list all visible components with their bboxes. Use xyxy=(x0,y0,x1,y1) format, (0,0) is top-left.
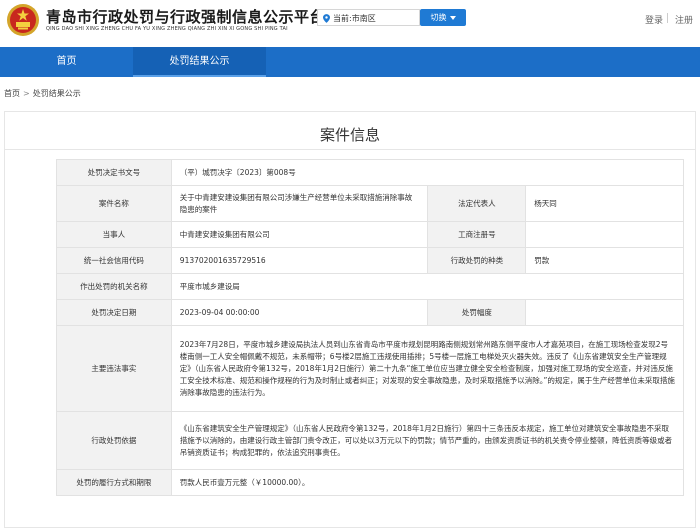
breadcrumb-separator: > xyxy=(23,89,30,98)
credit-code-label: 统一社会信用代码 xyxy=(56,247,172,274)
table-row: 当事人 中青建安建设集团有限公司 工商注册号 xyxy=(56,221,684,248)
nav-home[interactable]: 首页 xyxy=(0,47,133,77)
table-row: 处罚的履行方式和期限 罚款人民币壹万元整（￥10000.00）。 xyxy=(56,469,685,496)
facts-value: 2023年7月28日，平度市城乡建设局执法人员到山东省青岛市平度市规划昆明路南侧… xyxy=(170,325,685,412)
basis-value: 《山东省建筑安全生产管理规定》（山东省人民政府令第132号，2018年1月2日施… xyxy=(170,411,685,470)
table-row: 统一社会信用代码 913702001635729516 行政处罚的种类 罚款 xyxy=(56,247,684,274)
national-emblem-icon xyxy=(7,4,39,36)
site-title: 青岛市行政处罚与行政强制信息公示平台 xyxy=(46,8,326,26)
table-row: 作出处罚的机关名称 平度市城乡建设局 xyxy=(56,273,685,300)
amount-value xyxy=(525,299,684,326)
doc-no-value: （平）城罚决字〔2023〕第008号 xyxy=(170,159,685,186)
panel-title: 案件信息 xyxy=(319,126,380,144)
table-row: 处罚决定书文号 （平）城罚决字〔2023〕第008号 xyxy=(56,159,685,186)
breadcrumb-current: 处罚结果公示 xyxy=(32,89,81,98)
performance-value: 罚款人民币壹万元整（￥10000.00）。 xyxy=(170,469,685,496)
site-header: 青岛市行政处罚与行政强制信息公示平台 QING DAO SHI XING ZHE… xyxy=(0,0,700,44)
location-label: 当前:市南区 xyxy=(333,14,376,23)
facts-label: 主要违法事实 xyxy=(56,325,172,412)
performance-label: 处罚的履行方式和期限 xyxy=(56,469,172,496)
decision-date-value: 2023-09-04 00:00:00 xyxy=(170,299,429,326)
panel-title-divider xyxy=(5,149,695,150)
breadcrumb-home[interactable]: 首页 xyxy=(4,89,20,98)
reg-no-label: 工商注册号 xyxy=(427,221,527,248)
register-link[interactable]: 注册 xyxy=(675,13,693,26)
case-info-table: 处罚决定书文号 （平）城罚决字〔2023〕第008号 案件名称 关于中青建安建设… xyxy=(56,159,685,496)
penalty-type-label: 行政处罚的种类 xyxy=(427,247,527,274)
site-subtitle: QING DAO SHI XING ZHENG CHU FA YU XING Z… xyxy=(46,25,288,33)
nav-penalty-results[interactable]: 处罚结果公示 xyxy=(133,47,266,77)
breadcrumb: 首页 > 处罚结果公示 xyxy=(4,88,81,99)
caret-down-icon xyxy=(449,15,456,20)
login-link[interactable]: 登录 xyxy=(645,13,663,26)
authority-value: 平度市城乡建设局 xyxy=(170,273,685,300)
credit-code-value: 913702001635729516 xyxy=(170,247,429,274)
switch-label: 切换 xyxy=(430,13,447,22)
reg-no-value xyxy=(525,221,684,248)
authority-label: 作出处罚的机关名称 xyxy=(56,273,172,300)
amount-label: 处罚幅度 xyxy=(427,299,527,326)
switch-location-button[interactable]: 切换 xyxy=(420,9,466,26)
party-value: 中青建安建设集团有限公司 xyxy=(170,221,429,248)
legal-rep-value: 杨天同 xyxy=(525,185,684,222)
legal-rep-label: 法定代表人 xyxy=(427,185,527,222)
main-nav: 首页 处罚结果公示 xyxy=(0,47,700,77)
basis-label: 行政处罚依据 xyxy=(56,411,172,470)
case-name-label: 案件名称 xyxy=(56,185,172,222)
case-name-value: 关于中青建安建设集团有限公司涉嫌生产经营单位未采取措施消除事故隐患的案件 xyxy=(170,185,429,222)
doc-no-label: 处罚决定书文号 xyxy=(56,159,172,186)
penalty-type-value: 罚款 xyxy=(525,247,684,274)
table-row: 主要违法事实 2023年7月28日，平度市城乡建设局执法人员到山东省青岛市平度市… xyxy=(56,325,685,412)
current-location: 当前:市南区 xyxy=(317,9,420,26)
header-divider xyxy=(667,13,668,23)
party-label: 当事人 xyxy=(56,221,172,248)
table-row: 案件名称 关于中青建安建设集团有限公司涉嫌生产经营单位未采取措施消除事故隐患的案… xyxy=(56,185,684,222)
decision-date-label: 处罚决定日期 xyxy=(56,299,172,326)
table-row: 处罚决定日期 2023-09-04 00:00:00 处罚幅度 xyxy=(56,299,684,326)
location-pin-icon xyxy=(323,14,330,23)
table-row: 行政处罚依据 《山东省建筑安全生产管理规定》（山东省人民政府令第132号，201… xyxy=(56,411,685,470)
